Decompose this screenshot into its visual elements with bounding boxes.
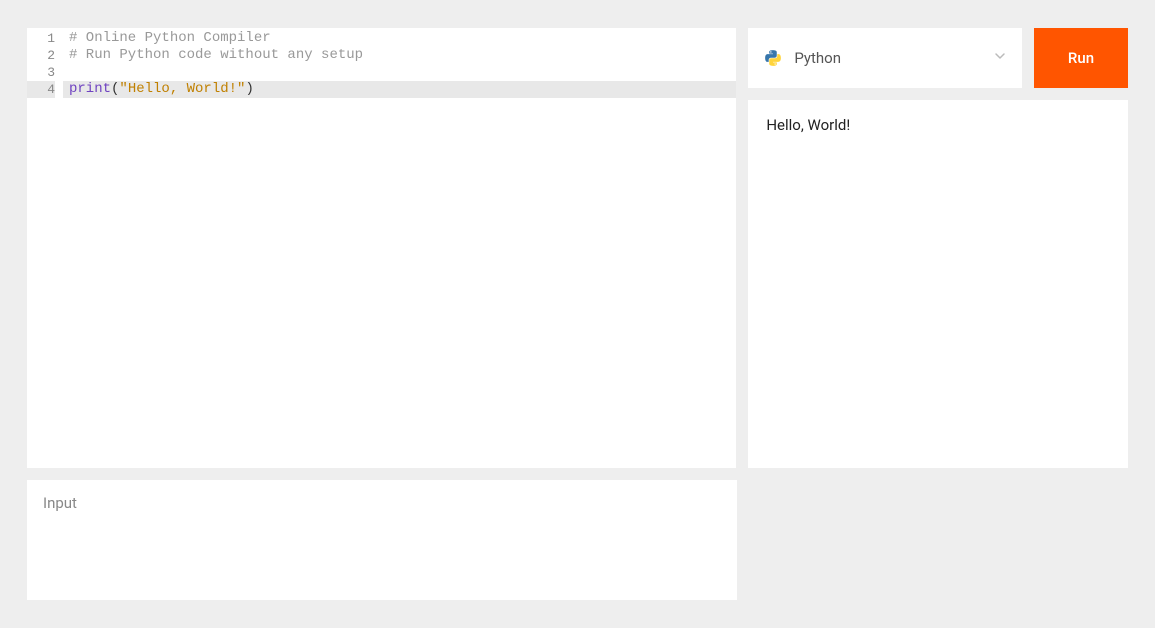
- output-panel: Hello, World!: [748, 100, 1128, 468]
- code-editor[interactable]: 1234 # Online Python Compiler# Run Pytho…: [27, 28, 736, 468]
- run-button[interactable]: Run: [1034, 28, 1128, 88]
- chevron-down-icon: [994, 50, 1006, 66]
- code-line[interactable]: print("Hello, World!"): [63, 81, 736, 98]
- line-number: 2: [27, 47, 55, 64]
- run-button-label: Run: [1068, 49, 1094, 67]
- line-number: 4: [27, 81, 55, 98]
- python-icon: [764, 49, 782, 67]
- language-label: Python: [794, 49, 994, 67]
- code-token: ): [245, 81, 253, 97]
- code-line[interactable]: # Run Python code without any setup: [63, 47, 736, 64]
- line-number: 1: [27, 30, 55, 47]
- code-token: "Hello, World!": [119, 81, 245, 97]
- line-gutter: 1234: [27, 28, 63, 468]
- output-text: Hello, World!: [766, 116, 1110, 134]
- code-token: # Online Python Compiler: [69, 30, 271, 46]
- code-line[interactable]: # Online Python Compiler: [63, 30, 736, 47]
- code-area[interactable]: # Online Python Compiler# Run Python cod…: [63, 28, 736, 468]
- input-panel[interactable]: Input: [27, 480, 737, 600]
- code-token: # Run Python code without any setup: [69, 47, 363, 63]
- code-token: print: [69, 81, 111, 97]
- language-selector[interactable]: Python: [748, 28, 1022, 88]
- line-number: 3: [27, 64, 55, 81]
- input-label: Input: [43, 494, 721, 512]
- code-line[interactable]: [63, 64, 736, 81]
